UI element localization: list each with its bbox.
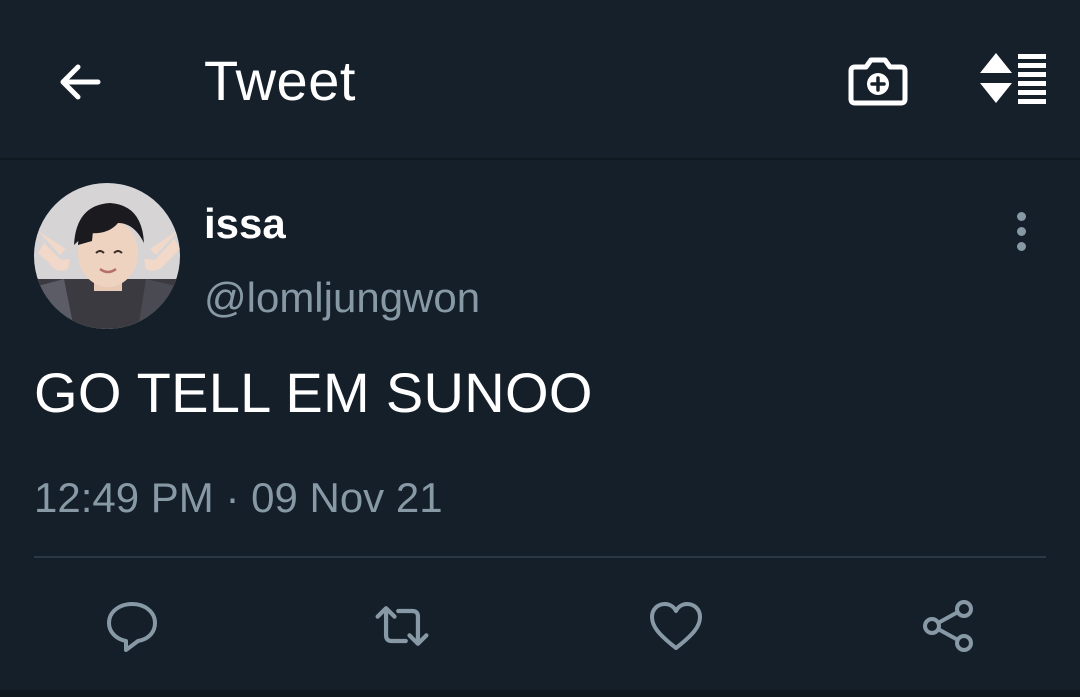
like-icon [650, 602, 702, 650]
reply-icon [107, 602, 157, 652]
like-button[interactable] [646, 596, 706, 656]
divider [34, 556, 1046, 558]
bottom-edge [0, 690, 1080, 697]
camera-plus-icon [848, 57, 908, 106]
more-options-button[interactable] [1000, 208, 1042, 254]
back-button[interactable] [50, 52, 110, 112]
more-vertical-icon [1016, 211, 1026, 221]
share-button[interactable] [918, 596, 978, 656]
more-vertical-icon-dot [1016, 241, 1026, 251]
profile-photo [34, 183, 180, 329]
avatar[interactable] [34, 183, 180, 329]
page-title: Tweet [204, 49, 356, 112]
retweet-icon [375, 606, 429, 646]
top-app-bar: Tweet [0, 0, 1080, 160]
tweet-detail-screen: Tweet issa @lomljungwon GO TELL EM SUNOO… [0, 0, 1080, 697]
user-handle[interactable]: @lomljungwon [204, 272, 480, 324]
display-name[interactable]: issa [204, 198, 286, 250]
camera-button[interactable] [846, 48, 910, 112]
sort-button[interactable] [974, 46, 1050, 110]
tweet-timestamp: 12:49 PM · 09 Nov 21 [34, 474, 443, 521]
sort-list-icon [980, 53, 1046, 104]
more-vertical-icon-dot [1016, 226, 1026, 236]
arrow-left-icon [60, 64, 101, 100]
reply-button[interactable] [102, 596, 162, 656]
share-icon [923, 600, 973, 652]
retweet-button[interactable] [372, 596, 432, 656]
tweet-text: GO TELL EM SUNOO [34, 361, 593, 424]
